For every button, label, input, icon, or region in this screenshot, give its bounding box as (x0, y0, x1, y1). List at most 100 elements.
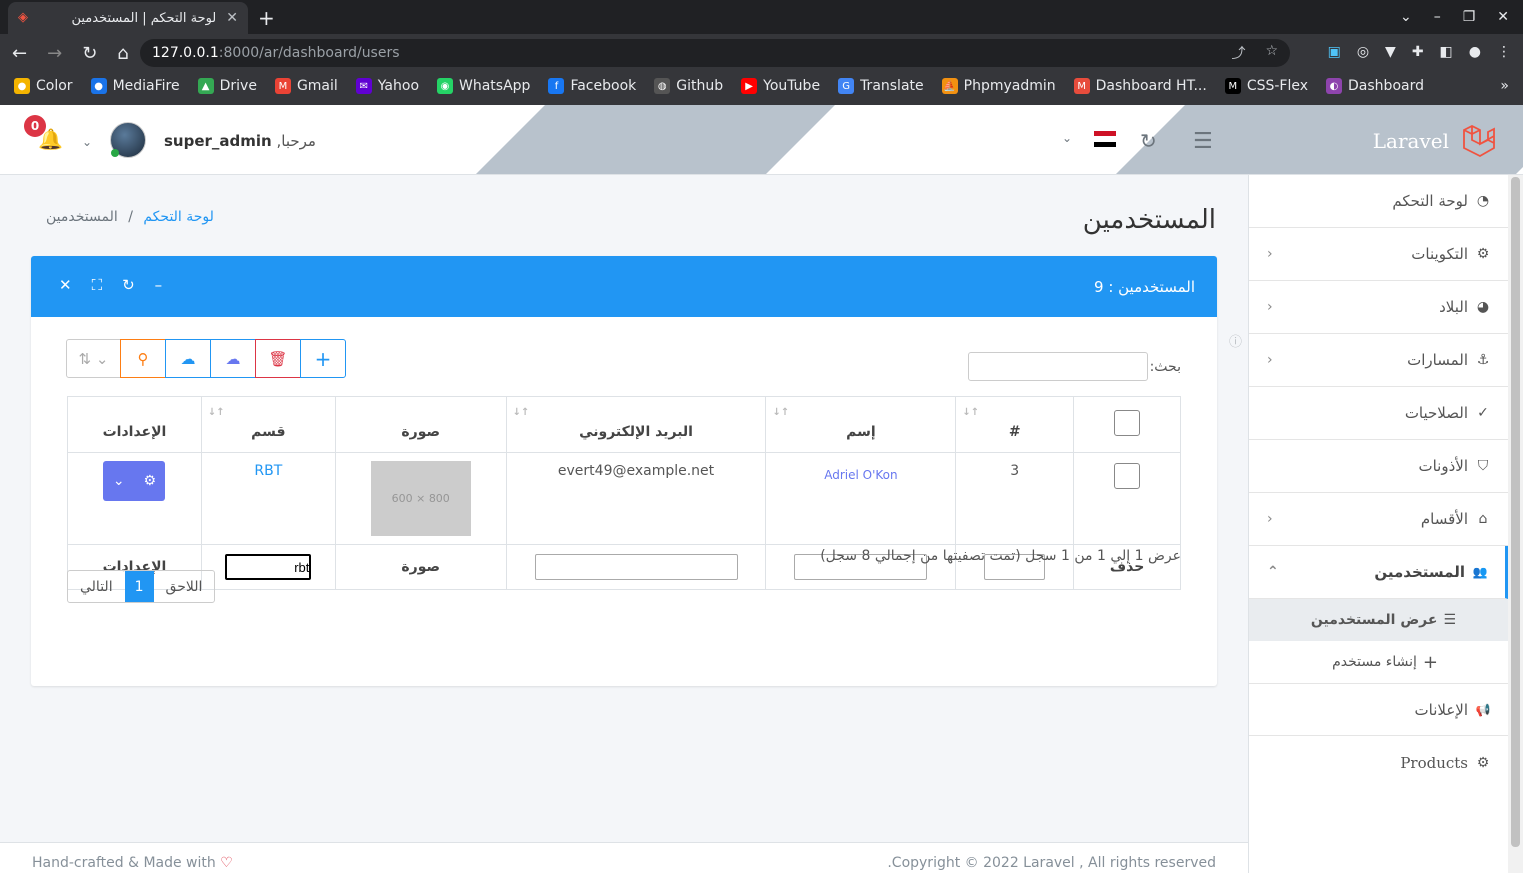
collapse-icon[interactable]: – (155, 276, 163, 294)
sidebar-item-sections[interactable]: ⌂ الأقسام ‹ (1249, 493, 1508, 546)
sidebar-item-ads[interactable]: 📢 الإعلانات (1249, 683, 1508, 736)
bookmark-item[interactable]: ⛵ Phpmyadmin (941, 78, 1056, 94)
sidebar-item-roles[interactable]: ✓ الصلاحيات (1249, 387, 1508, 440)
sidebar-item-settings[interactable]: ⚙ التكوينات ‹ (1249, 228, 1508, 281)
bookmark-item[interactable]: ◍ Github (654, 78, 723, 94)
refresh-icon[interactable]: ↻ (122, 276, 135, 294)
bookmark-item[interactable]: ◐ Dashboard (1326, 78, 1424, 94)
bookmark-item[interactable]: ✉ Yahoo (355, 78, 419, 94)
home-icon[interactable]: ⌂ (117, 43, 128, 64)
menu-kebab-icon[interactable]: ⋮ (1497, 44, 1511, 60)
bookmark-item[interactable]: M Dashboard HT... (1073, 78, 1207, 94)
bookmark-favicon-icon: ⛵ (941, 78, 958, 94)
sidebar-item-users[interactable]: 👥 المستخدمين ⌃ (1249, 546, 1508, 599)
filter-email-input[interactable] (534, 554, 738, 580)
column-header-name[interactable]: ↑↓ إسم (765, 396, 957, 453)
puzzle-icon[interactable]: ✚ (1412, 44, 1424, 60)
tab-title: لوحة التحكم | المستخدمين (71, 10, 217, 26)
extension-icon[interactable]: ▼ (1385, 44, 1396, 60)
fullscreen-icon[interactable]: ⛶ (92, 276, 103, 294)
user-greeting[interactable]: مرحبا, super_admin (164, 132, 316, 150)
column-header-email[interactable]: ↑↓ البريد الإلكتروني (505, 396, 767, 453)
cell-name: Adriel O'Kon (765, 452, 957, 545)
sort-icon: ⇅ ⌄ (78, 349, 109, 368)
section-link[interactable]: RBT (254, 463, 282, 479)
footer-copyright: .Copyright © 2022 Laravel , All rights r… (887, 855, 1216, 871)
download-button[interactable]: ☁ (165, 339, 211, 378)
pagination-page-1[interactable]: 1 (124, 571, 154, 602)
bookmark-item[interactable]: f Facebook (548, 78, 636, 94)
reload-icon[interactable]: ↻ (82, 43, 97, 64)
sidebar-item-routes[interactable]: ⚓ المسارات ‹ (1249, 334, 1508, 387)
page-scrollbar[interactable] (1508, 175, 1523, 873)
bookmark-favicon-icon: M (1073, 78, 1090, 94)
maximize-icon[interactable]: ❐ (1463, 9, 1476, 25)
pagination-prev[interactable]: التالي (68, 571, 125, 602)
close-icon[interactable]: ✕ (59, 276, 72, 294)
hamburger-menu-icon[interactable]: ☰ (1193, 129, 1213, 154)
share-icon[interactable]: ⤴ (1231, 43, 1245, 63)
tab-search-icon[interactable]: ⌄ (1400, 9, 1412, 25)
delete-button[interactable]: 🗑 (255, 339, 301, 378)
sidepanel-icon[interactable]: ◧ (1440, 44, 1453, 60)
bookmark-favicon-icon: ● (90, 78, 107, 94)
refresh-icon[interactable]: ↻ (1140, 129, 1157, 153)
footer: Hand-crafted & Made with ♡ .Copyright © … (0, 842, 1248, 873)
sidebar-subitem-view-users[interactable]: ☰ عرض المستخدمين (1249, 599, 1508, 641)
new-tab-icon[interactable]: + (258, 6, 275, 30)
column-header-id[interactable]: ↑↓ # (955, 396, 1075, 453)
bookmark-item[interactable]: G Translate (838, 78, 924, 94)
close-window-icon[interactable]: ✕ (1497, 9, 1509, 25)
language-dropdown-chevron-icon[interactable]: ⌄ (1062, 131, 1072, 145)
omnibox[interactable]: ⓘ 127.0.0.1:8000/ar/dashboard/users ⤴ ☆ (140, 39, 1290, 350)
extension-icon[interactable]: ◎ (1357, 44, 1369, 60)
sidebar-item-permissions[interactable]: ⛉ الأذونات (1249, 440, 1508, 493)
filter-section-input[interactable] (225, 554, 312, 580)
minimize-icon[interactable]: – (1434, 9, 1441, 25)
sidebar-subitem-create-user[interactable]: + إنشاء مستخدم (1249, 641, 1508, 683)
search-button[interactable]: ⚲ (120, 339, 166, 378)
bookmark-item[interactable]: ▲ Drive (197, 78, 257, 94)
upload-button[interactable]: ☁ (210, 339, 256, 378)
row-checkbox[interactable] (1114, 463, 1141, 489)
pagination-next[interactable]: اللاحق (154, 571, 215, 602)
sidebar-item-countries[interactable]: ◕ البلاد ‹ (1249, 281, 1508, 334)
sort-options-button[interactable]: ⇅ ⌄ (66, 339, 121, 378)
header-stripe (475, 105, 835, 174)
column-header-section[interactable]: ↑↓ قسم (200, 396, 336, 453)
user-dropdown-chevron-icon[interactable]: ⌄ (82, 135, 92, 149)
egypt-flag-icon[interactable] (1094, 131, 1116, 147)
chevron-left-icon: ‹ (1267, 299, 1273, 315)
profile-avatar-icon[interactable]: ● (1469, 44, 1481, 60)
back-icon[interactable]: ← (12, 43, 27, 64)
plus-icon: + (314, 346, 332, 371)
cell-id: 3 (955, 452, 1075, 545)
bookmark-favicon-icon: f (548, 78, 565, 94)
add-button[interactable]: + (300, 339, 346, 378)
bookmark-item[interactable]: ◉ WhatsApp (437, 78, 530, 94)
search-input[interactable] (967, 352, 1148, 381)
bookmark-item[interactable]: ▶ YouTube (741, 78, 820, 94)
close-tab-icon[interactable]: ✕ (226, 10, 238, 26)
browser-tab[interactable]: ◈ لوحة التحكم | المستخدمين ✕ (8, 2, 248, 34)
bookmarks-overflow-icon[interactable]: » (1500, 78, 1509, 94)
bookmark-item[interactable]: ● MediaFire (90, 78, 180, 94)
user-name-link[interactable]: Adriel O'Kon (824, 468, 897, 482)
scrollbar-thumb[interactable] (1511, 177, 1520, 847)
sidebar-item-dashboard[interactable]: ◔ لوحة التحكم (1249, 175, 1508, 228)
sort-icon: ↑↓ (512, 407, 530, 418)
sort-icon: ↑↓ (962, 407, 980, 418)
bookmark-item[interactable]: M CSS-Flex (1224, 78, 1308, 94)
bookmark-star-icon[interactable]: ☆ (1265, 43, 1278, 63)
bookmark-item[interactable]: ● Color (14, 78, 73, 94)
sidebar-item-products[interactable]: ⚙ Products (1249, 736, 1508, 789)
select-all-checkbox[interactable] (1114, 409, 1141, 436)
breadcrumb-home-link[interactable]: لوحة التحكم (143, 209, 214, 225)
extensions: ▣ ◎ ▼ ✚ ◧ ● ⋮ (1328, 44, 1511, 60)
card-tools: ✕ ⛶ ↻ – (59, 276, 162, 294)
user-settings-dropdown-button[interactable]: ⌄ ⚙ (103, 461, 166, 501)
brand[interactable]: Laravel (1373, 123, 1497, 159)
bookmark-item[interactable]: M Gmail (274, 78, 338, 94)
forward-icon[interactable]: → (47, 43, 62, 64)
extension-icon[interactable]: ▣ (1328, 44, 1341, 60)
